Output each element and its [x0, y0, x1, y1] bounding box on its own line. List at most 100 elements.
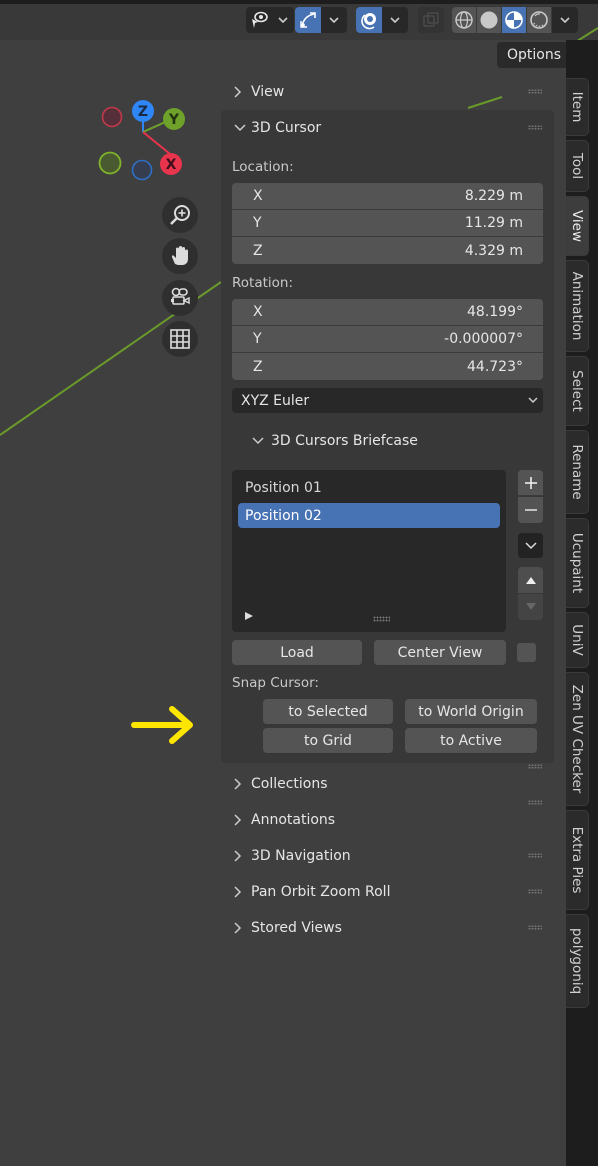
gizmo-dropdown[interactable] [295, 7, 347, 33]
options-label: Options [507, 47, 562, 63]
ortho-grid-icon [170, 329, 190, 349]
tab-item[interactable]: Item [566, 78, 589, 136]
location-label: Location: [232, 159, 294, 175]
filter-options-triangle-icon[interactable] [244, 609, 254, 625]
move-down-button[interactable] [518, 594, 543, 620]
tab-label: UniV [569, 624, 585, 656]
tab-label: Animation [569, 271, 585, 341]
drag-grip-icon[interactable] [528, 853, 542, 858]
drag-grip-icon[interactable] [528, 125, 542, 130]
gizmo-z-label: Z [138, 104, 148, 120]
tab-ucupaint[interactable]: Ucupaint [566, 518, 589, 608]
briefcase-subpanel-header[interactable]: 3D Cursors Briefcase [251, 433, 418, 449]
material-preview-shading-icon[interactable] [502, 7, 527, 33]
chevron-right-icon [233, 849, 247, 863]
snap-to-active-button[interactable]: to Active [405, 728, 537, 753]
list-item[interactable]: Position 01 [238, 475, 500, 500]
tab-view[interactable]: View [566, 196, 589, 256]
list-item-label: Position 02 [245, 507, 322, 524]
snap-to-selected-button[interactable]: to Selected [263, 699, 393, 724]
panel-header-collections[interactable]: Collections [221, 764, 554, 799]
snap-cursor-label: Snap Cursor: [232, 675, 319, 691]
overlays-dropdown[interactable] [356, 7, 408, 33]
tab-select[interactable]: Select [566, 356, 589, 426]
option-checkbox[interactable] [517, 643, 536, 662]
button-label: to Active [440, 732, 502, 749]
rotation-y-field[interactable]: Y -0.000007° [232, 326, 543, 353]
chevron-down-icon[interactable] [552, 7, 578, 33]
location-y-field[interactable]: Y 11.29 m [232, 210, 543, 237]
yellow-arrow-annotation [131, 706, 193, 744]
chevron-down-icon[interactable] [382, 7, 408, 33]
gizmo-transform-icon[interactable] [295, 7, 321, 33]
pan-button[interactable] [162, 238, 198, 274]
panel-header-view[interactable]: View [221, 77, 554, 107]
remove-position-button[interactable] [518, 497, 543, 523]
field-value: 48.199° [467, 304, 523, 320]
camera-view-button[interactable] [162, 280, 198, 316]
panel-title: 3D Cursor [251, 120, 322, 136]
tab-polygoniq[interactable]: polygoniq [566, 914, 589, 1008]
sidebar-tabs: Item Tool View Animation Select Rename U… [566, 74, 598, 1166]
tab-extra-pies[interactable]: Extra Pies [566, 810, 589, 910]
gizmo-y-label: Y [168, 112, 180, 128]
drag-grip-icon[interactable] [528, 925, 542, 930]
chevron-down-icon[interactable] [321, 7, 347, 33]
location-z-field[interactable]: Z 4.329 m [232, 237, 543, 264]
sidebar-panel-region: View 3D Cursor Location: X 8.229 m Y 11.29… [221, 74, 556, 954]
center-view-button[interactable]: Center View [374, 640, 506, 665]
chevron-down-icon [524, 541, 537, 549]
drag-grip-icon[interactable] [528, 889, 542, 894]
rotation-x-field[interactable]: X 48.199° [232, 299, 543, 326]
drag-grip-icon[interactable] [528, 89, 542, 94]
drag-grip-icon[interactable] [528, 800, 542, 805]
minus-icon [524, 509, 537, 511]
cursor-position-list[interactable]: Position 01 Position 02 [232, 470, 506, 632]
panel-header-pan-orbit-zoom-roll[interactable]: Pan Orbit Zoom Roll [221, 877, 554, 907]
rendered-shading-icon[interactable] [527, 7, 552, 33]
tab-label: Tool [569, 152, 585, 180]
move-up-button[interactable] [518, 567, 543, 593]
overlays-icon[interactable] [356, 7, 382, 33]
chevron-down-icon[interactable] [272, 7, 294, 33]
snap-to-world-origin-button[interactable]: to World Origin [405, 699, 537, 724]
rotation-z-field[interactable]: Z 44.723° [232, 353, 543, 380]
field-value: 44.723° [467, 358, 523, 375]
xray-toggle[interactable] [418, 7, 444, 33]
tab-animation[interactable]: Animation [566, 260, 589, 352]
location-x-field[interactable]: X 8.229 m [232, 183, 543, 210]
panel-title: Pan Orbit Zoom Roll [251, 884, 391, 900]
shading-mode-group[interactable] [452, 7, 578, 33]
wireframe-shading-icon[interactable] [452, 7, 477, 33]
rotation-mode-value: XYZ Euler [241, 392, 310, 409]
panel-header-3d-cursor[interactable]: 3D Cursor [221, 113, 554, 143]
load-button[interactable]: Load [232, 640, 362, 665]
snap-to-grid-button[interactable]: to Grid [263, 728, 393, 753]
chevron-down-icon [527, 394, 539, 410]
solid-shading-icon[interactable] [477, 7, 502, 33]
triangle-down-icon [525, 603, 536, 610]
button-label: to Selected [288, 703, 368, 720]
rotation-mode-dropdown[interactable]: XYZ Euler [232, 388, 543, 413]
panel-3d-cursor: 3D Cursor Location: X 8.229 m Y 11.29 m Z 4… [221, 110, 554, 763]
panel-header-annotations[interactable]: Annotations [221, 800, 554, 835]
panel-header-stored-views[interactable]: Stored Views [221, 913, 554, 943]
visibility-dropdown[interactable] [246, 7, 294, 33]
navigation-gizmo[interactable]: Z Y X [96, 98, 196, 188]
panel-header-3d-navigation[interactable]: 3D Navigation [221, 841, 554, 871]
list-specials-menu-button[interactable] [518, 533, 543, 558]
tab-rename[interactable]: Rename [566, 430, 589, 514]
list-item-selected[interactable]: Position 02 [238, 503, 500, 528]
tab-univ[interactable]: UniV [566, 612, 589, 668]
list-resize-grip-icon[interactable] [373, 616, 390, 622]
drag-grip-icon[interactable] [528, 764, 542, 769]
visibility-eye-icon[interactable] [246, 7, 272, 33]
gizmo-neg-z [131, 159, 153, 181]
add-position-button[interactable] [518, 470, 543, 496]
xray-toggle-icon[interactable] [418, 7, 444, 33]
zoom-button[interactable] [162, 197, 198, 233]
ortho-toggle-button[interactable] [162, 321, 198, 357]
tab-zen-uv-checker[interactable]: Zen UV Checker [566, 672, 589, 806]
tab-tool[interactable]: Tool [566, 140, 589, 192]
panel-title: View [251, 84, 285, 100]
